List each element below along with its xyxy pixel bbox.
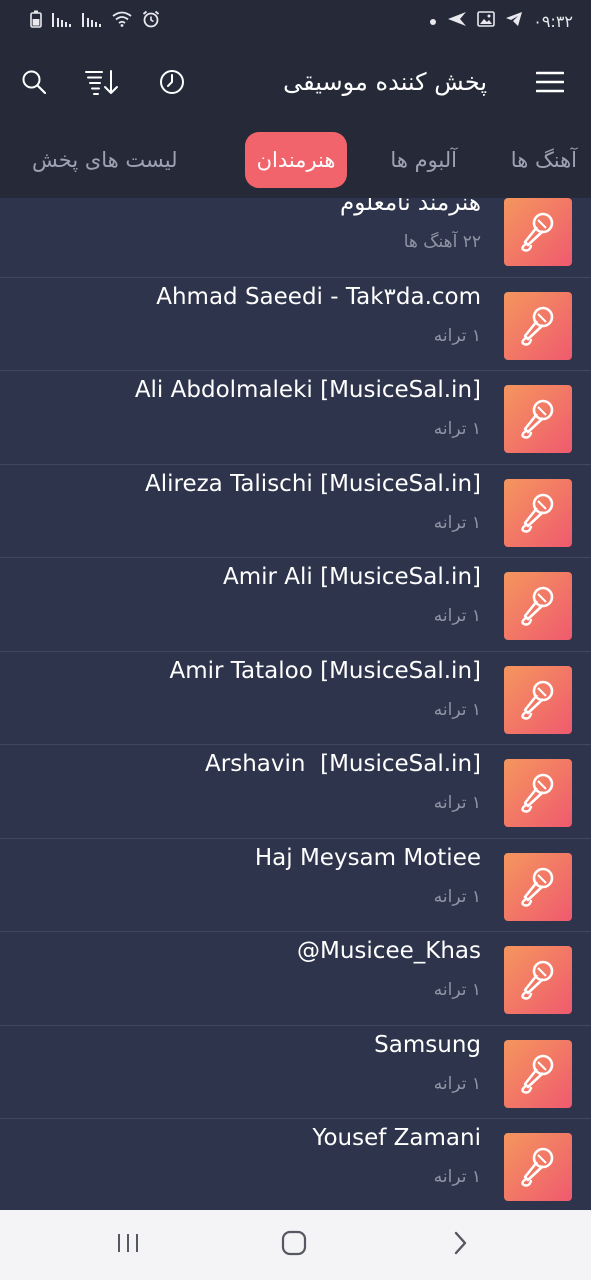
artist-name: @Musicee_Khas [297,938,481,964]
menu-icon [535,71,565,97]
microphone-icon [516,1143,560,1191]
microphone-icon [516,676,560,724]
home-button[interactable] [274,1228,314,1262]
artist-row[interactable]: Ali Abdolmaleki [MusiceSal.in] ۱ ترانه [0,371,591,465]
artist-track-count: ۱ ترانه [433,1167,481,1187]
artist-name: Ahmad Saeedi - Tak۳da.com [156,283,481,310]
artist-track-count: ۱ ترانه [433,1073,481,1094]
artist-list-content: هنرمند نامعلوم ۲۲ آهنگ ها Ahmad Saeedi - T… [0,198,591,1210]
signal-icon [82,11,102,31]
artist-row[interactable]: هنرمند نامعلوم ۲۲ آهنگ ها [0,198,591,278]
tab-bar: آهنگ ها آلبوم ها هنرمندان لیست های پخش [0,126,591,198]
artist-row[interactable]: Samsung ۱ ترانه [0,1026,591,1119]
microphone-icon [516,302,560,350]
artist-name: هنرمند نامعلوم [340,198,481,216]
gallery-icon [477,11,496,31]
tab-artists[interactable]: هنرمندان [245,132,347,188]
artist-name: Alireza Talischi [MusiceSal.in] [144,470,481,497]
microphone-icon [516,863,560,911]
artist-track-count: ۱ ترانه [433,886,481,907]
microphone-icon [516,395,560,443]
artist-track-count: ۱ ترانه [433,606,481,626]
menu-button[interactable] [530,64,570,104]
tab-songs[interactable]: آهنگ ها [511,132,577,188]
artist-row[interactable]: Alireza Talischi [MusiceSal.in] ۱ ترانه [0,465,591,558]
microphone-icon [516,769,560,817]
artist-row[interactable]: Haj Meysam Motiee ۱ ترانه [0,839,591,932]
artist-thumbnail [504,759,572,827]
artist-thumbnail [504,946,572,1014]
artist-thumbnail [504,1133,572,1201]
microphone-icon [516,956,560,1004]
alarm-icon [142,10,160,32]
status-icons-left [30,10,160,32]
artist-track-count: ۱ ترانه [433,980,481,1000]
status-icons-right: ۰۹:۳۲ [429,11,573,31]
artist-track-count: ۲۲ آهنگ ها [403,232,481,252]
artist-name: Amir Ali [MusiceSal.in] [222,564,481,590]
microphone-icon [516,582,560,630]
recent-apps-icon [116,1232,140,1258]
search-icon [21,69,47,99]
artist-name: Samsung [374,1031,481,1058]
artist-thumbnail [504,572,572,640]
microphone-icon [516,489,560,537]
recent-apps-button[interactable] [108,1228,148,1262]
artist-thumbnail [504,198,572,266]
artist-list[interactable]: هنرمند نامعلوم ۲۲ آهنگ ها Ahmad Saeedi - T… [0,198,591,1210]
sleep-timer-button[interactable] [152,64,192,104]
wifi-icon [112,11,132,31]
artist-track-count: ۱ ترانه [433,699,481,720]
send-icon [447,11,467,31]
artist-row[interactable]: Amir Ali [MusiceSal.in] ۱ ترانه [0,558,591,652]
artist-track-count: ۱ ترانه [433,512,481,533]
artist-name: Ali Abdolmaleki [MusiceSal.in] [134,377,481,403]
sort-icon [84,68,120,100]
dot-icon [429,12,437,30]
artist-name: Yousef Zamani [312,1125,481,1151]
tab-albums[interactable]: آلبوم ها [390,132,457,188]
back-button[interactable] [440,1228,480,1262]
artist-name: Amir Tataloo [MusiceSal.in] [169,657,482,684]
microphone-icon [516,1050,560,1098]
artist-thumbnail [504,478,572,547]
artist-thumbnail [504,852,572,921]
app-bar: پخش کننده موسیقی [0,42,591,126]
artist-thumbnail [504,665,572,734]
artist-row[interactable]: Amir Tataloo [MusiceSal.in] ۱ ترانه [0,652,591,745]
search-button[interactable] [14,64,54,104]
tab-playlists[interactable]: لیست های پخش [32,132,178,188]
artist-row[interactable]: Arshavin [MusiceSal.in] ۱ ترانه [0,745,591,839]
app-title: پخش کننده موسیقی [283,68,487,96]
microphone-icon [516,208,560,256]
sort-button[interactable] [82,64,122,104]
signal-icon [52,11,72,31]
artist-track-count: ۱ ترانه [433,793,481,813]
artist-name: Arshavin [MusiceSal.in] [205,751,481,777]
artist-thumbnail [504,291,572,360]
artist-name: Haj Meysam Motiee [254,844,481,871]
system-nav-bar [0,1210,591,1280]
artist-row[interactable]: Ahmad Saeedi - Tak۳da.com ۱ ترانه [0,278,591,371]
artist-track-count: ۱ ترانه [433,325,481,346]
home-icon [281,1230,307,1260]
artist-thumbnail [504,1039,572,1108]
status-bar: ۰۹:۳۲ [0,0,591,42]
status-time: ۰۹:۳۲ [533,11,573,31]
artist-track-count: ۱ ترانه [433,419,481,439]
battery-icon [30,10,42,32]
artist-row[interactable]: @Musicee_Khas ۱ ترانه [0,932,591,1026]
back-icon [451,1231,469,1259]
timer-icon [159,69,185,99]
artist-thumbnail [504,385,572,453]
artist-row[interactable]: Yousef Zamani ۱ ترانه [0,1119,591,1210]
telegram-icon [505,11,523,31]
